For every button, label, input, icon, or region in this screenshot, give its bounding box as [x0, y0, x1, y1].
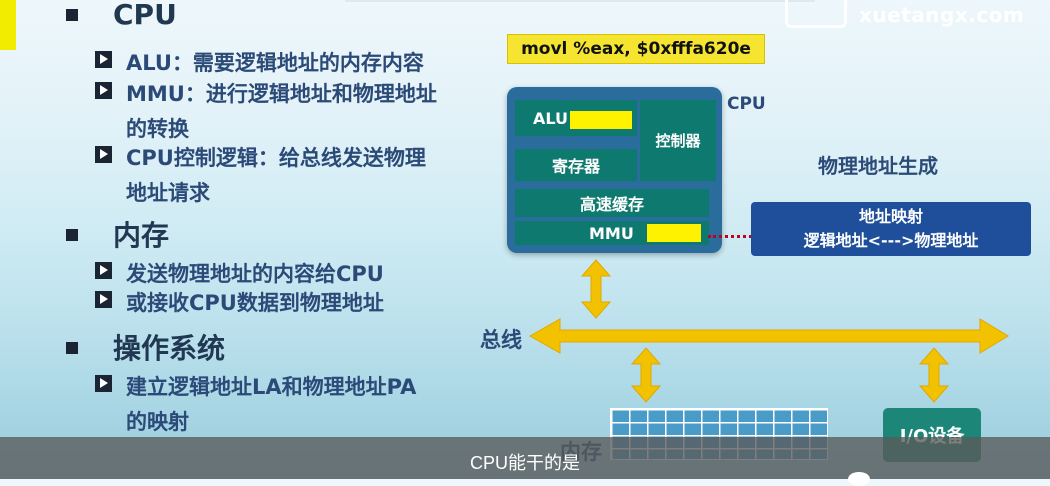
bus-label: 总线 — [480, 328, 522, 352]
memory-bus-arrow — [630, 347, 662, 403]
bus-arrow — [528, 318, 1009, 354]
cpu-bus-arrow — [580, 259, 612, 319]
mouse-cursor — [848, 472, 870, 486]
io-bus-arrow — [918, 347, 950, 403]
subtitle-text: CPU能干的是 — [469, 453, 580, 473]
